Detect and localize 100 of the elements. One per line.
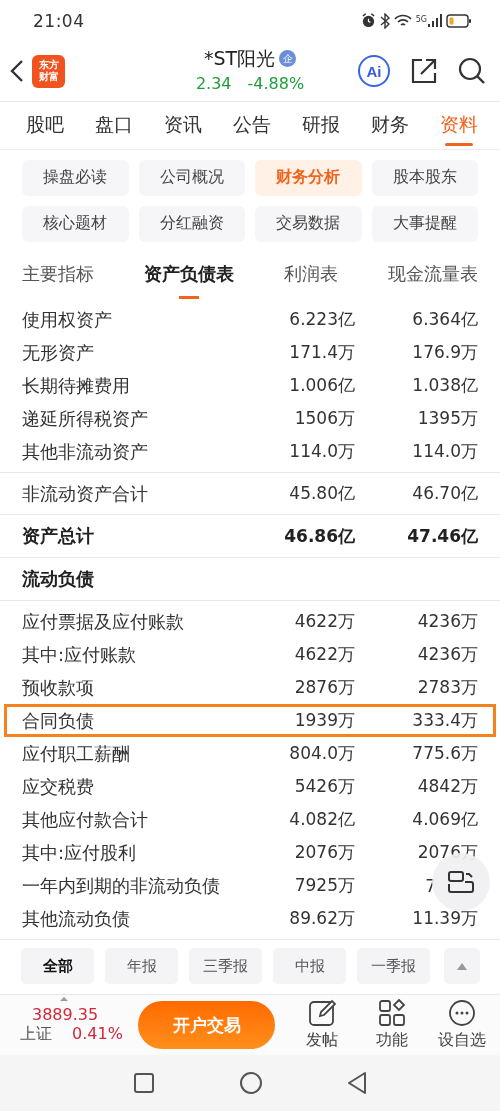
value-cell-text: 5426万 — [293, 775, 355, 799]
value-cell-text: 7925万 — [293, 874, 355, 898]
value-cell-text: 2876万 — [293, 676, 355, 700]
value-cell-text: 4236万 — [416, 610, 478, 634]
value-cell-text: 171.4万 — [288, 341, 355, 365]
period-chip[interactable]: 年报 — [105, 948, 178, 985]
index-name: 上证 — [20, 1024, 52, 1046]
row-label: 一年内到期的非流动负债 — [22, 873, 221, 898]
row-label: 非流动资产合计 — [22, 481, 149, 506]
row-label: 长期待摊费用 — [22, 373, 131, 398]
value-cell-text: 2783万 — [416, 676, 478, 700]
value-cell-text: 1.006亿 — [288, 374, 355, 398]
wifi-icon — [393, 13, 412, 28]
caret-icon — [60, 997, 68, 1002]
section-chip[interactable]: 交易数据 — [255, 205, 362, 242]
section-heading: 流动负债 — [22, 567, 95, 592]
row-label: 无形资产 — [22, 340, 95, 365]
section-chip[interactable]: 公司概况 — [138, 159, 245, 196]
toolbar-button[interactable]: 功能 — [364, 999, 420, 1052]
row-label: 其中:应付账款 — [22, 642, 138, 667]
statement-tab[interactable]: 利润表 — [284, 249, 338, 300]
statement-tab[interactable]: 主要指标 — [22, 249, 94, 300]
value-cell-text: 47.46亿 — [406, 524, 478, 548]
nav-tab[interactable]: 研报 — [302, 101, 340, 149]
statement-tab[interactable]: 现金流量表 — [388, 249, 478, 300]
value-cell-text: 89.62万 — [288, 907, 355, 931]
company-badge: 企 — [279, 50, 297, 68]
row-label: 其他非流动资产 — [22, 439, 149, 464]
value-cell-text: 6.223亿 — [288, 308, 355, 332]
value-cell-text: 775.6万 — [411, 742, 478, 766]
value-cell: 7 — [425, 875, 436, 896]
back-triangle-icon[interactable] — [348, 1072, 366, 1095]
row-label: 其他流动负债 — [22, 906, 131, 931]
section-chip[interactable]: 大事提醒 — [371, 205, 478, 242]
value-cell-text: 6.364亿 — [411, 308, 478, 332]
nav-tab[interactable]: 资讯 — [164, 101, 202, 149]
row-label: 其他应付款合计 — [22, 807, 149, 832]
edit-icon — [308, 999, 336, 1028]
nav-tab[interactable]: 股吧 — [26, 101, 64, 149]
section-chip[interactable]: 分红融资 — [138, 205, 245, 242]
share-icon[interactable] — [410, 57, 438, 86]
period-chip[interactable]: 全部 — [21, 948, 94, 985]
alarm-icon — [360, 13, 376, 29]
value-cell-text: 11.39万 — [411, 907, 478, 931]
search-icon[interactable] — [458, 57, 486, 86]
nav-tab[interactable]: 财务 — [371, 101, 409, 149]
index-value: 3889.35 — [31, 1005, 100, 1025]
section-chip[interactable]: 核心题材 — [22, 205, 129, 242]
statement-tab[interactable]: 资产负债表 — [144, 249, 234, 300]
battery-icon — [446, 13, 472, 28]
value-cell-text: 4236万 — [416, 643, 478, 667]
grid-icon — [378, 999, 406, 1028]
network-label: 5G — [415, 15, 427, 25]
nav-tab[interactable]: 公告 — [233, 101, 271, 149]
app-logo: 东方 财富 — [32, 54, 65, 88]
value-cell-text: 4.082亿 — [288, 808, 355, 832]
toolbar-button[interactable]: 发帖 — [294, 999, 350, 1052]
index-change: 0.41% — [72, 1024, 123, 1046]
value-cell-text: 2076万 — [293, 841, 355, 865]
section-chip[interactable]: 股本股东 — [371, 159, 478, 196]
stock-name: *ST阳光 — [203, 45, 276, 71]
toolbar-button[interactable]: 设自选 — [434, 999, 490, 1052]
row-label: 使用权资产 — [22, 307, 113, 332]
row-label: 资产总计 — [22, 524, 95, 549]
signal-icon — [428, 14, 442, 28]
value-cell-text: 45.80亿 — [288, 482, 355, 506]
stock-price: 2.34 — [195, 73, 232, 93]
value-cell-text: 1506万 — [293, 407, 355, 431]
circle-icon[interactable] — [240, 1072, 262, 1095]
value-cell-text: 4622万 — [293, 610, 355, 634]
row-label: 其中:应付股利 — [22, 840, 138, 865]
section-chip[interactable]: 操盘必读 — [22, 159, 129, 196]
value-cell-text: 4622万 — [293, 643, 355, 667]
value-cell-text: 1395万 — [416, 407, 478, 431]
square-icon[interactable] — [134, 1073, 154, 1094]
row-label: 预收款项 — [22, 675, 95, 700]
bluetooth-icon — [379, 12, 390, 29]
period-chip[interactable]: 三季报 — [189, 948, 262, 985]
ai-button[interactable]: Ai — [358, 55, 390, 88]
clock: 21:04 — [33, 10, 85, 31]
back-icon[interactable] — [10, 59, 24, 84]
collapse-button[interactable] — [444, 948, 480, 985]
value-cell-text: 4842万 — [416, 775, 478, 799]
value-cell-text: 46.70亿 — [411, 482, 478, 506]
value-cell-text: 114.0万 — [288, 440, 355, 464]
value-cell-text: 4.069亿 — [411, 808, 478, 832]
value-cell-text: 804.0万 — [288, 742, 355, 766]
more-icon — [448, 999, 476, 1028]
row-label: 应付票据及应付账款 — [22, 609, 185, 634]
value-cell-text: 1939万 — [293, 709, 355, 733]
nav-tab[interactable]: 盘口 — [95, 101, 133, 149]
value-cell-text: 1.038亿 — [411, 374, 478, 398]
period-chip[interactable]: 一季报 — [357, 948, 430, 985]
row-label: 递延所得税资产 — [22, 406, 149, 431]
value-cell-text: 114.0万 — [411, 440, 478, 464]
price-change: -4.88% — [247, 73, 305, 93]
period-chip[interactable]: 中报 — [273, 948, 346, 985]
value-cell-text: 176.9万 — [411, 341, 478, 365]
caret-icon — [457, 962, 467, 970]
row-label: 应交税费 — [22, 774, 95, 799]
